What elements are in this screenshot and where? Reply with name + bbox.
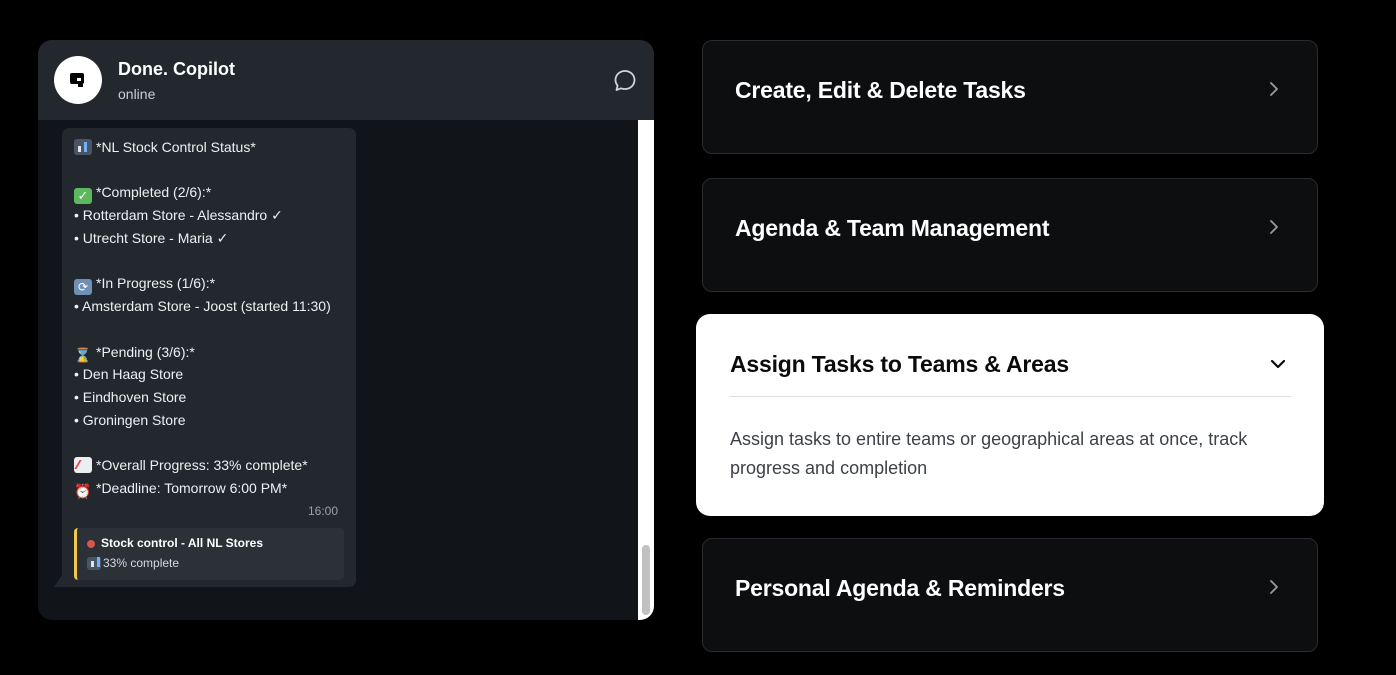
overall-progress: *Overall Progress: 33% complete*: [96, 457, 308, 473]
divider: [730, 396, 1291, 397]
accordion-label: Assign Tasks to Teams & Areas: [730, 351, 1069, 377]
chat-title: Done. Copilot: [118, 59, 235, 79]
message-line: • Utrecht Store - Maria ✓: [74, 230, 229, 246]
chevron-right-icon: [1270, 580, 1278, 594]
hourglass-icon: ⌛: [74, 347, 92, 363]
chevron-down-icon: [1270, 359, 1286, 369]
scrollbar[interactable]: [638, 120, 654, 620]
message-line: *Overall Progress: 33% complete*: [74, 456, 308, 474]
message-line: ⟳ *In Progress (1/6):*: [74, 274, 215, 295]
accordion-label: Create, Edit & Delete Tasks: [735, 77, 1026, 103]
bubble-tail: [54, 575, 62, 587]
message-time: 16:00: [308, 504, 339, 518]
message-line: • Eindhoven Store: [74, 389, 187, 405]
message-line: ⏰ *Deadline: Tomorrow 6:00 PM*: [74, 479, 287, 499]
deadline: *Deadline: Tomorrow 6:00 PM*: [96, 480, 288, 496]
message-line: • Groningen Store: [74, 412, 186, 428]
chat-status: online: [118, 86, 156, 102]
accordion-item-personal-agenda[interactable]: Personal Agenda & Reminders: [702, 538, 1318, 652]
message-line: • Den Haag Store: [74, 366, 184, 382]
chevron-right-icon: [1270, 82, 1278, 96]
message-line: ⌛ *Pending (3/6):*: [74, 343, 195, 363]
bar-chart-icon: [74, 139, 92, 155]
message-bubble: *NL Stock Control Status* ✓ *Completed (2…: [62, 128, 356, 587]
chevron-right-icon: [1270, 220, 1278, 234]
message-line: ✓ *Completed (2/6):*: [74, 183, 211, 204]
accordion-item-create-edit-delete[interactable]: Create, Edit & Delete Tasks: [702, 40, 1318, 154]
chat-bubble-icon[interactable]: [612, 68, 638, 94]
task-card[interactable]: Stock control - All NL Stores 33% comple…: [74, 528, 344, 580]
task-card-title: Stock control - All NL Stores: [101, 536, 264, 550]
accordion-label: Personal Agenda & Reminders: [735, 575, 1065, 601]
accordion-label: Agenda & Team Management: [735, 215, 1050, 241]
message-line: • Rotterdam Store - Alessandro ✓: [74, 207, 283, 223]
task-card-progress-text: 33% complete: [103, 556, 180, 570]
scroll-thumb[interactable]: [642, 545, 650, 615]
section-in-progress: *In Progress (1/6):*: [96, 275, 216, 291]
sync-icon: ⟳: [74, 279, 92, 295]
accordion-description: Assign tasks to entire teams or geograph…: [730, 429, 1248, 478]
message-line: *NL Stock Control Status*: [74, 138, 256, 156]
section-pending: *Pending (3/6):*: [96, 344, 195, 360]
status-dot-icon: [87, 540, 95, 548]
message-line: • Amsterdam Store - Joost (started 11:30…: [74, 298, 331, 314]
check-mark-icon: ✓: [74, 188, 92, 204]
copilot-logo-icon: [70, 73, 84, 87]
chat-window: Done. Copilot online *NL Stock Control S…: [38, 40, 654, 620]
bar-chart-icon: [87, 557, 101, 570]
alarm-clock-icon: ⏰: [74, 483, 92, 499]
message-title: *NL Stock Control Status*: [96, 139, 256, 155]
accordion-item-agenda-team[interactable]: Agenda & Team Management: [702, 178, 1318, 292]
trend-up-icon: [74, 457, 92, 473]
section-completed: *Completed (2/6):*: [96, 184, 212, 200]
avatar[interactable]: [54, 56, 102, 104]
task-card-progress: 33% complete: [87, 556, 179, 570]
accordion-item-assign-tasks[interactable]: Assign Tasks to Teams & Areas Assign tas…: [696, 314, 1324, 516]
chat-header: Done. Copilot online: [38, 40, 654, 120]
